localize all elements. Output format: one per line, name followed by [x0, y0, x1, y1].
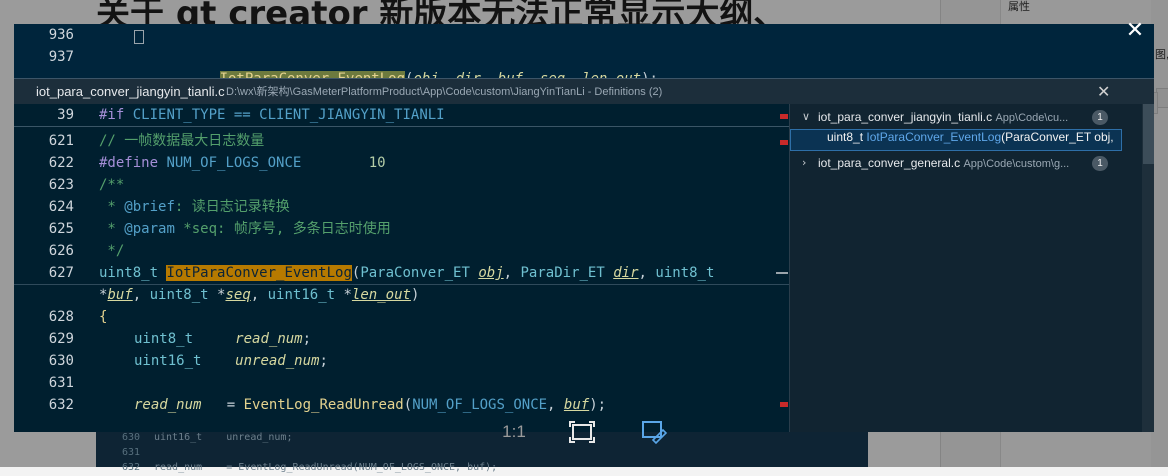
chevron-right-icon[interactable]: › [802, 152, 806, 174]
code-line: 632 read_num = EventLog_ReadUnread(NUM_O… [48, 397, 607, 413]
scrollbar-cursor-marker [776, 272, 788, 274]
background-code-line: 632 read_num = EventLog_ReadUnread(NUM_OF… [121, 462, 498, 473]
peek-references-tree[interactable]: ∨ iot_para_conver_jiangyin_tianli.c App\… [789, 104, 1154, 432]
code-line: 628 { [48, 309, 108, 325]
function-definition-highlight: IotParaConver_EventLog [166, 265, 352, 281]
editor-line: 936 [14, 24, 1154, 46]
code-line: 39 #if CLIENT_TYPE == CLIENT_JIANGYIN_TI… [14, 104, 789, 127]
scrollbar-marker [780, 114, 788, 119]
code-line: 626 */ [48, 243, 125, 259]
editor-screenshot: 936 937 IotParaConver_EventLog(obj, dir,… [14, 24, 1154, 432]
close-icon[interactable]: ✕ [1122, 18, 1148, 44]
tree-scrollbar-thumb[interactable] [1143, 104, 1154, 164]
code-line: 624 * @brief: 读日志记录转换 [48, 199, 290, 215]
peek-file-name[interactable]: iot_para_conver_jiangyin_tianli.c [36, 79, 225, 105]
tree-item-selected-definition[interactable]: uint8_t IotParaConver_EventLog(ParaConve… [790, 129, 1122, 151]
code-line-wrapped: *buf, uint8_t *seq, uint16_t *len_out) [99, 287, 420, 303]
fit-screen-icon[interactable] [564, 417, 600, 447]
scrollbar-marker [780, 140, 788, 145]
peek-definition-header: iot_para_conver_jiangyin_tianli.c D:\wx\… [14, 78, 1154, 105]
tree-item-file[interactable]: ∨ iot_para_conver_jiangyin_tianli.c App\… [790, 106, 1154, 128]
peek-code-view[interactable]: 39 #if CLIENT_TYPE == CLIENT_JIANGYIN_TI… [14, 104, 789, 432]
editor-line: 937 IotParaConver_EventLog(obj, dir, buf… [14, 46, 1154, 87]
code-line: 621 // 一帧数据最大日志数量 [48, 133, 265, 149]
code-line: 623 /** [48, 177, 125, 193]
reference-count-badge: 1 [1092, 110, 1108, 125]
background-code-line: 630 uint16_t unread_num; [121, 432, 293, 443]
scrollbar-marker [780, 402, 788, 407]
code-line: 631 [48, 375, 74, 391]
peek-file-path: D:\wx\新架构\GasMeterPlatformProduct\App\Co… [226, 86, 663, 98]
code-line: 627 uint8_t IotParaConver_EventLog(ParaC… [14, 262, 789, 285]
reference-count-badge: 1 [1092, 156, 1108, 171]
tree-scrollbar[interactable] [1142, 104, 1154, 432]
tree-item-file[interactable]: › iot_para_conver_general.c App\Code\cus… [790, 152, 1154, 174]
chevron-down-icon[interactable]: ∨ [802, 106, 810, 128]
edit-image-icon[interactable] [636, 417, 672, 447]
code-line: 625 * @param *seq: 帧序号, 多条日志时使用 [48, 221, 391, 237]
actual-size-button[interactable]: 1:1 [496, 417, 532, 447]
code-line: 630 uint16_t unread_num; [48, 353, 328, 369]
code-line: 629 uint8_t read_num; [48, 331, 312, 347]
close-icon[interactable]: ✕ [1097, 79, 1110, 105]
background-code-line: 631 [121, 447, 140, 458]
code-line: 622 #define NUM_OF_LOGS_ONCE 10 [48, 155, 386, 171]
fold-marker-icon[interactable] [134, 30, 144, 44]
